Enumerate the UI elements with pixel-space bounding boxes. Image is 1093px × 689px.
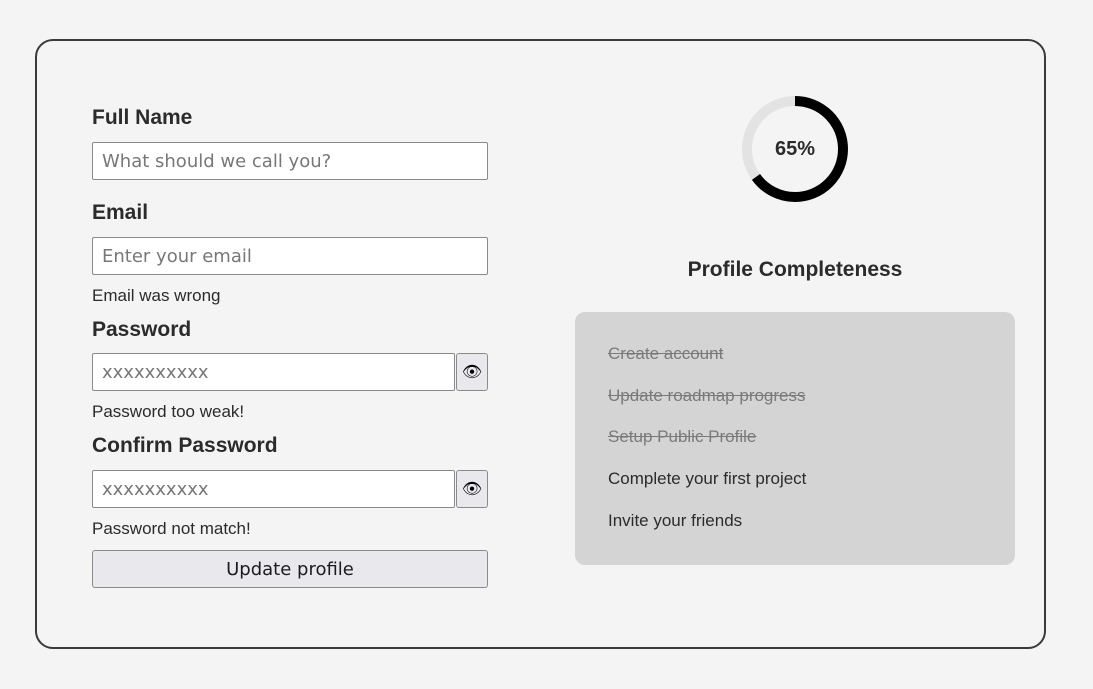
eye-icon: 👁 — [461, 364, 483, 381]
eye-icon: 👁 — [461, 481, 483, 498]
confirm-password-row: 👁 — [92, 470, 488, 508]
password-label: Password — [92, 318, 192, 341]
completeness-ring: 65% — [740, 94, 850, 204]
task-item: Complete your first project — [608, 469, 807, 489]
update-profile-button[interactable]: Update profile — [92, 550, 488, 588]
task-list: Create account Update roadmap progress Set… — [575, 312, 1015, 565]
task-item: Update roadmap progress — [608, 385, 806, 405]
profile-completeness-title: Profile Completeness — [687, 258, 903, 281]
password-visibility-toggle[interactable]: 👁 — [456, 353, 488, 391]
task-item: Setup Public Profile — [608, 427, 757, 447]
profile-form: Full Name Email Email was wrong Password… — [92, 104, 488, 588]
task-item: Invite your friends — [608, 510, 743, 530]
full-name-input[interactable] — [92, 142, 488, 180]
password-input[interactable] — [92, 353, 455, 391]
password-row: 👁 — [92, 353, 488, 391]
email-input[interactable] — [92, 237, 488, 275]
email-error: Email was wrong — [92, 286, 221, 305]
completeness-percent: 65% — [774, 137, 816, 160]
confirm-password-label: Confirm Password — [92, 434, 278, 457]
email-label: Email — [92, 201, 149, 224]
password-error: Password too weak! — [92, 402, 245, 421]
task-item: Create account — [608, 344, 724, 363]
confirm-password-error: Password not match! — [92, 519, 251, 538]
full-name-label: Full Name — [92, 106, 193, 129]
confirm-password-visibility-toggle[interactable]: 👁 — [456, 470, 488, 508]
confirm-password-input[interactable] — [92, 470, 455, 508]
